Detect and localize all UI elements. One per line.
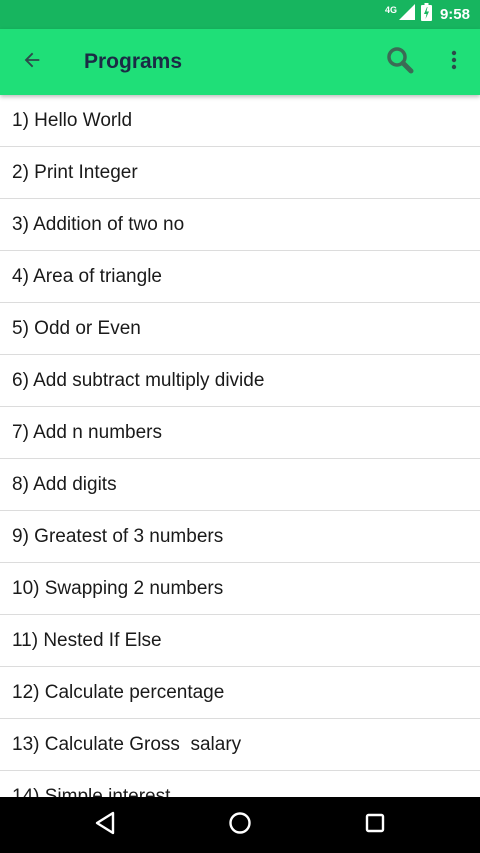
search-icon <box>385 45 415 80</box>
program-item-11[interactable]: 11) Nested If Else <box>0 615 480 667</box>
nav-recents-button[interactable] <box>357 807 393 843</box>
signal-icon <box>398 4 415 25</box>
program-item-3[interactable]: 3) Addition of two no <box>0 199 480 251</box>
clock: 9:58 <box>439 6 470 23</box>
program-list: 1) Hello World 2) Print Integer 3) Addit… <box>0 95 480 797</box>
program-item-12[interactable]: 12) Calculate percentage <box>0 667 480 719</box>
program-item-9[interactable]: 9) Greatest of 3 numbers <box>0 511 480 563</box>
page-title: Programs <box>84 50 183 73</box>
nav-recents-icon <box>364 812 386 839</box>
back-button[interactable] <box>14 44 50 80</box>
nav-home-icon <box>228 811 252 840</box>
program-item-13[interactable]: 13) Calculate Gross salary <box>0 719 480 771</box>
program-item-14[interactable]: 14) Simple interest <box>0 771 480 798</box>
network-type: 4G <box>384 4 397 15</box>
nav-back-icon <box>94 811 116 840</box>
status-bar: 4G 9:58 <box>0 0 480 29</box>
program-item-6[interactable]: 6) Add subtract multiply divide <box>0 355 480 407</box>
program-item-2[interactable]: 2) Print Integer <box>0 147 480 199</box>
nav-home-button[interactable] <box>222 807 258 843</box>
more-vert-icon <box>451 50 457 75</box>
program-item-5[interactable]: 5) Odd or Even <box>0 303 480 355</box>
status-icons: 4G 9:58 <box>385 0 470 29</box>
program-item-1[interactable]: 1) Hello World <box>0 95 480 147</box>
program-item-10[interactable]: 10) Swapping 2 numbers <box>0 563 480 615</box>
program-item-4[interactable]: 4) Area of triangle <box>0 251 480 303</box>
nav-back-button[interactable] <box>87 807 123 843</box>
more-options-button[interactable] <box>438 42 470 82</box>
battery-icon <box>420 3 432 26</box>
program-item-7[interactable]: 7) Add n numbers <box>0 407 480 459</box>
search-button[interactable] <box>380 42 420 82</box>
program-item-8[interactable]: 8) Add digits <box>0 459 480 511</box>
navigation-bar <box>0 797 480 853</box>
arrow-back-icon <box>21 49 43 76</box>
app-bar: Programs <box>0 29 480 95</box>
